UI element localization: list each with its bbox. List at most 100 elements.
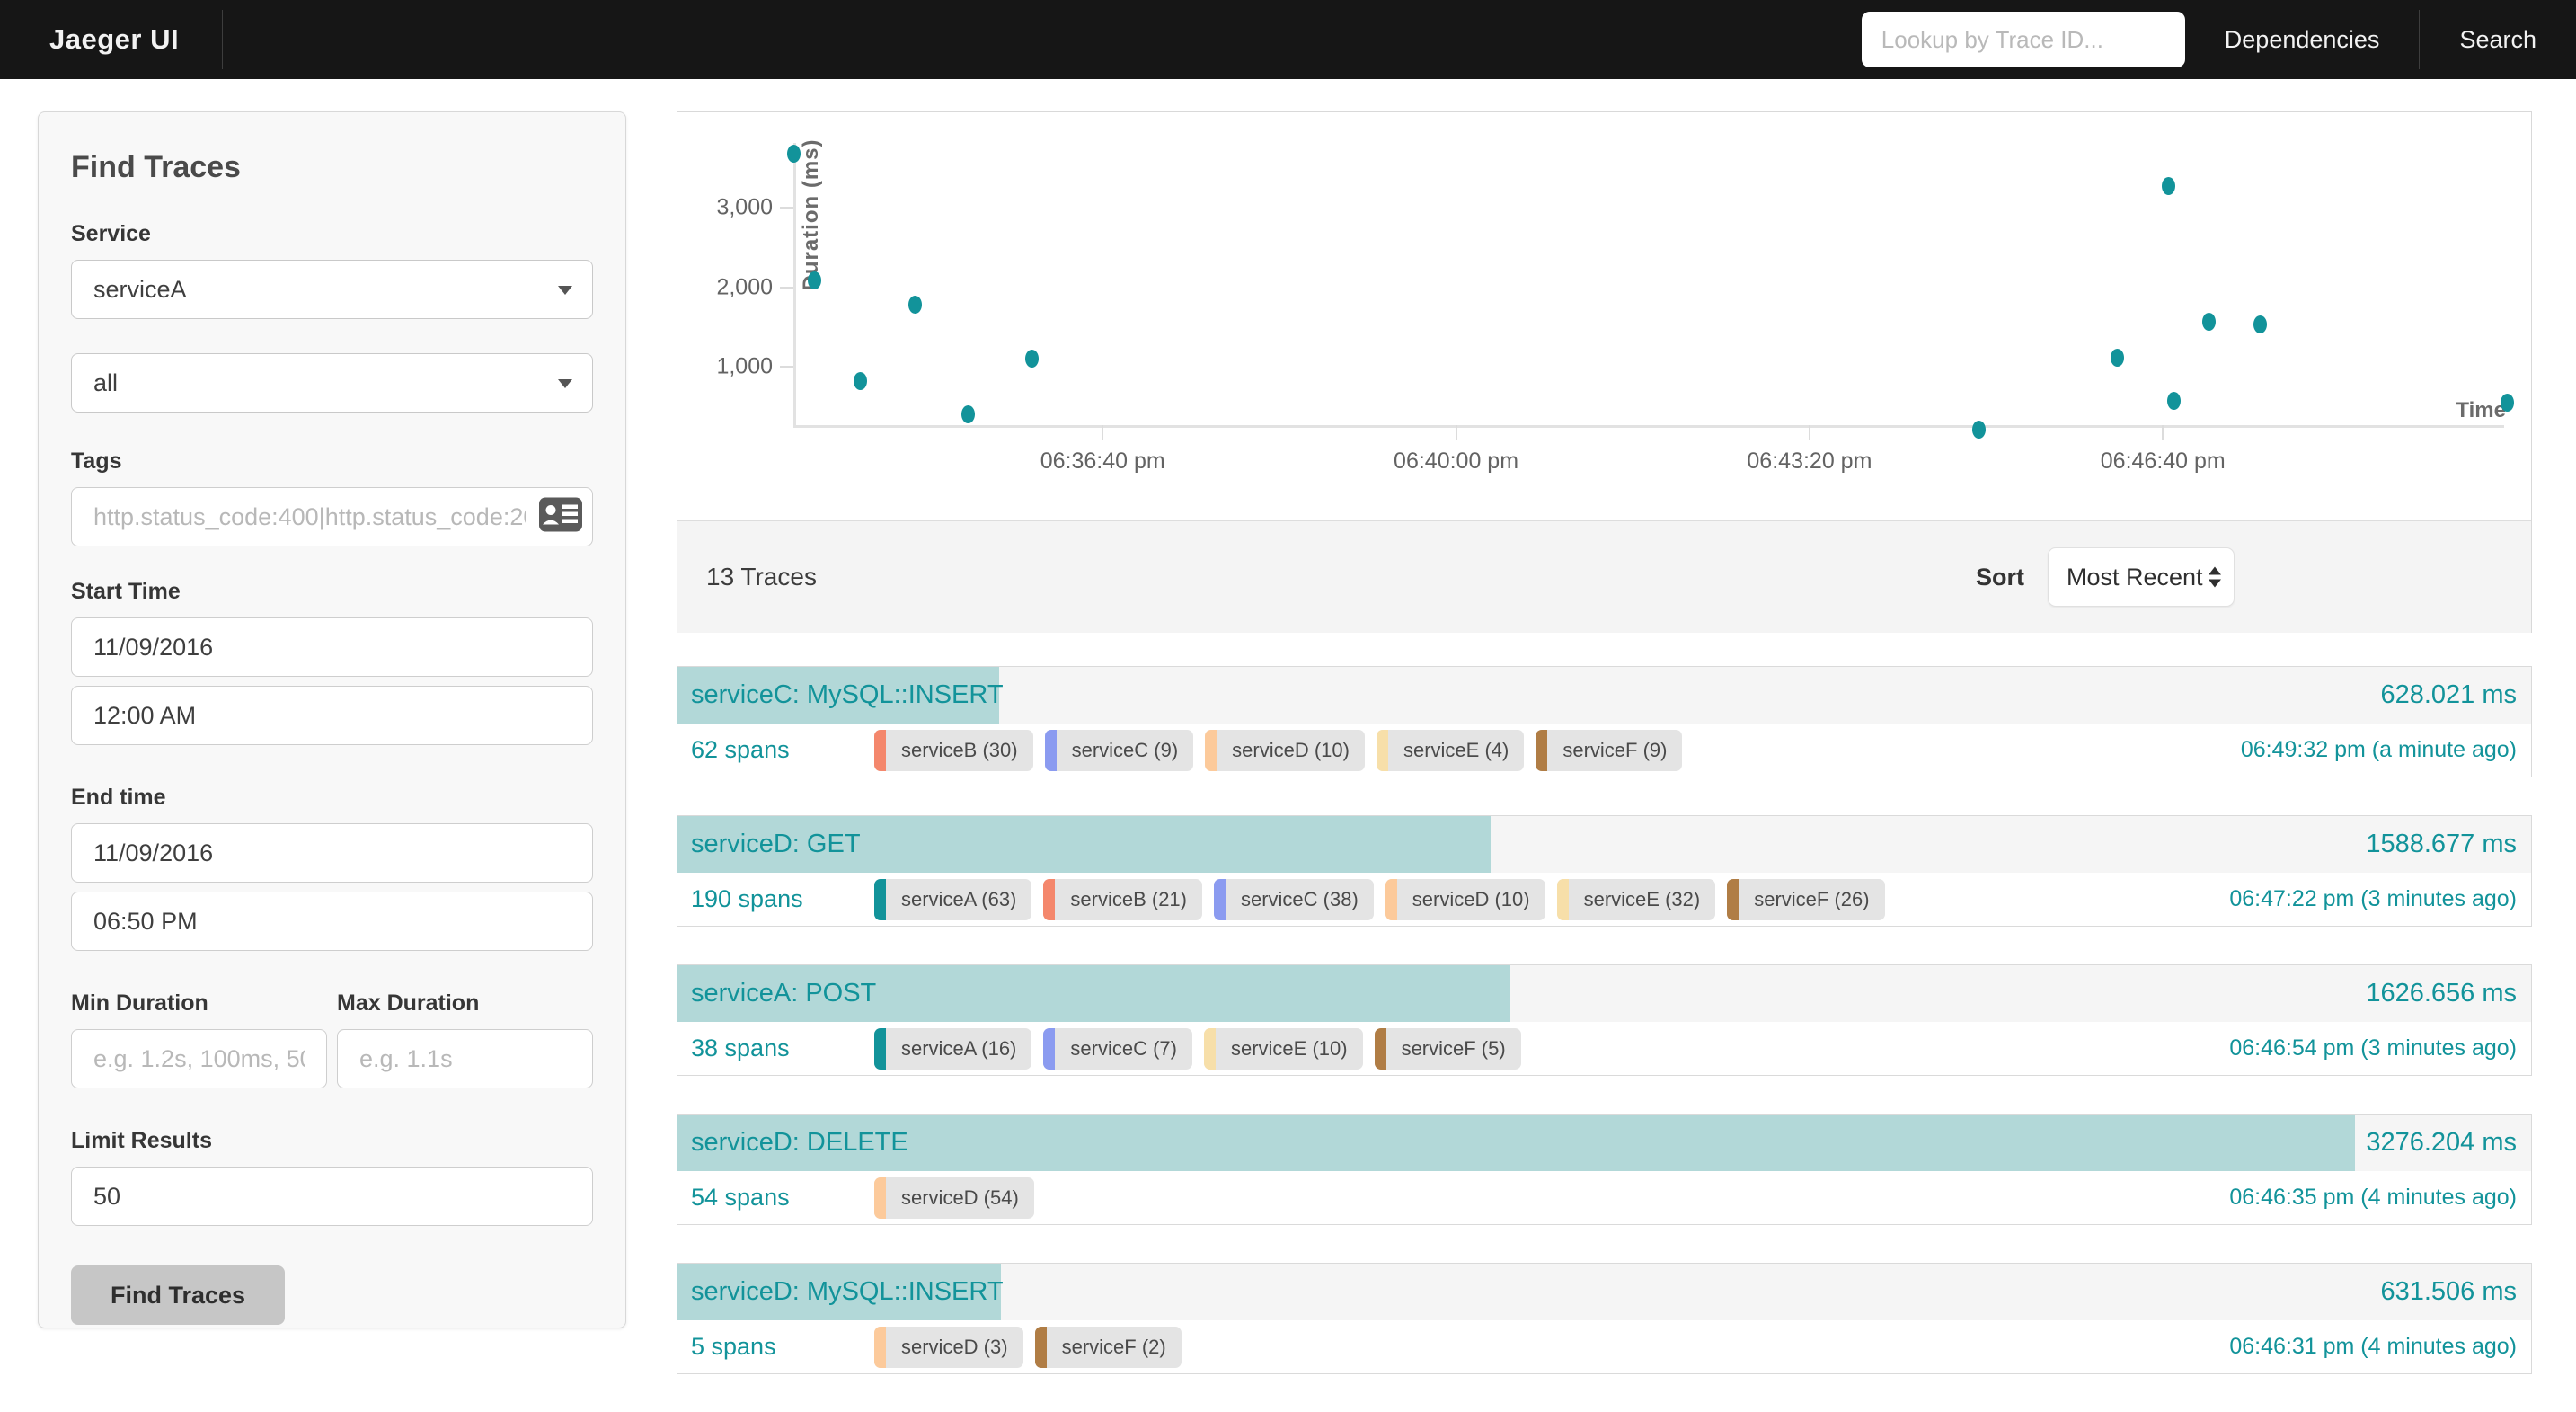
- service-color-cap: [1205, 729, 1217, 771]
- service-pill: serviceD (10): [1205, 729, 1365, 771]
- trace-title-link[interactable]: serviceC: MySQL::INSERT: [691, 667, 1004, 724]
- trace-count: 13 Traces: [706, 563, 817, 591]
- scatter-point[interactable]: [1025, 350, 1040, 369]
- service-pill: serviceC (9): [1044, 729, 1194, 771]
- x-tick-label: 06:46:40 pm: [2100, 448, 2226, 474]
- x-tick-label: 06:40:00 pm: [1394, 448, 1519, 474]
- start-date-input[interactable]: [71, 617, 593, 677]
- app-title[interactable]: Jaeger UI: [0, 23, 222, 56]
- service-pill-label: serviceD (10): [1412, 887, 1530, 910]
- scatter-point[interactable]: [2110, 349, 2124, 368]
- service-pill-label: serviceD (3): [901, 1335, 1008, 1358]
- service-pill: serviceA (63): [874, 878, 1032, 920]
- service-pill-label: serviceC (9): [1071, 738, 1179, 761]
- scatter-point[interactable]: [908, 296, 923, 315]
- service-pill: serviceE (10): [1203, 1027, 1363, 1070]
- max-duration-input[interactable]: [337, 1029, 593, 1088]
- trace-results-list: serviceC: MySQL::INSERT 628.021 ms 62 span…: [677, 666, 2532, 1412]
- service-pill: serviceE (4): [1376, 729, 1525, 771]
- span-count: 38 spans: [691, 1035, 790, 1061]
- x-tick-label: 06:43:20 pm: [1747, 448, 1872, 474]
- chevron-down-icon: [558, 379, 572, 388]
- service-pill: serviceE (32): [1556, 878, 1716, 920]
- end-date-input[interactable]: [71, 823, 593, 883]
- trace-card[interactable]: serviceD: MySQL::INSERT 631.506 ms 5 spans…: [677, 1263, 2532, 1374]
- min-duration-input[interactable]: [71, 1029, 327, 1088]
- nav-link-dependencies[interactable]: Dependencies: [2185, 0, 2420, 79]
- limit-results-input[interactable]: [71, 1167, 593, 1226]
- trace-duration: 1588.677 ms: [2366, 830, 2517, 858]
- trace-timestamp: 06:47:22 pm (3 minutes ago): [2229, 886, 2517, 911]
- x-axis-line: [793, 425, 2504, 428]
- scatter-point[interactable]: [808, 271, 822, 289]
- trace-title-link[interactable]: serviceD: DELETE: [691, 1115, 908, 1171]
- y-axis-title: Duration (ms): [799, 138, 823, 291]
- service-pill: serviceF (5): [1374, 1027, 1521, 1070]
- sort-label: Sort: [1976, 563, 2024, 591]
- scatter-point[interactable]: [961, 404, 976, 423]
- service-pill: serviceD (3): [874, 1326, 1023, 1368]
- sort-bar: 13 Traces Sort Most Recent: [677, 520, 2531, 633]
- service-pill-label: serviceB (30): [901, 738, 1018, 761]
- start-time-input[interactable]: [71, 686, 593, 745]
- find-traces-button[interactable]: Find Traces: [71, 1265, 286, 1325]
- trace-timestamp: 06:46:31 pm (4 minutes ago): [2229, 1334, 2517, 1359]
- duration-bar: [677, 1115, 2355, 1171]
- trace-card[interactable]: serviceD: DELETE 3276.204 ms 54 spans servi…: [677, 1114, 2532, 1225]
- trace-title-link[interactable]: serviceD: MySQL::INSERT: [691, 1264, 1004, 1320]
- service-pill: serviceF (9): [1536, 729, 1683, 771]
- scatter-point[interactable]: [2161, 176, 2175, 195]
- trace-card[interactable]: serviceD: GET 1588.677 ms 190 spans service…: [677, 815, 2532, 927]
- chevron-down-icon: [558, 286, 572, 295]
- scatter-point[interactable]: [854, 372, 868, 391]
- service-pill-label: serviceF (26): [1754, 887, 1870, 910]
- service-color-cap: [1213, 878, 1226, 920]
- trace-duration: 3276.204 ms: [2366, 1128, 2517, 1157]
- trace-card[interactable]: serviceA: POST 1626.656 ms 38 spans service…: [677, 964, 2532, 1076]
- service-color-cap: [1385, 878, 1397, 920]
- x-tick-mark: [1808, 425, 1810, 440]
- scatter-point[interactable]: [1972, 420, 1987, 439]
- y-axis-line: [793, 143, 796, 428]
- trace-timestamp: 06:46:54 pm (3 minutes ago): [2229, 1035, 2517, 1061]
- operation-select[interactable]: all: [71, 353, 593, 413]
- service-pill-label: serviceC (38): [1240, 887, 1359, 910]
- sort-updown-icon: [2209, 566, 2221, 588]
- sort-select[interactable]: Most Recent: [2048, 547, 2235, 607]
- trace-lookup-input[interactable]: [1861, 12, 2185, 67]
- service-color-cap: [1043, 878, 1056, 920]
- nav-divider: [222, 10, 224, 69]
- scatter-point[interactable]: [2253, 315, 2267, 333]
- trace-title-link[interactable]: serviceD: GET: [691, 816, 861, 873]
- y-tick-label: 3,000: [716, 194, 773, 220]
- min-duration-label: Min Duration: [71, 990, 208, 1016]
- y-tick-mark: [780, 286, 793, 289]
- scatter-point[interactable]: [786, 144, 801, 163]
- end-time-input[interactable]: [71, 892, 593, 951]
- y-tick-label: 1,000: [716, 353, 773, 379]
- span-count: 5 spans: [691, 1333, 776, 1360]
- nav-link-search[interactable]: Search: [2420, 0, 2576, 79]
- service-pill-label: serviceE (32): [1583, 887, 1701, 910]
- service-pill-label: serviceA (16): [901, 1036, 1017, 1060]
- service-pill: serviceB (21): [1043, 878, 1202, 920]
- service-select[interactable]: serviceA: [71, 260, 593, 319]
- tags-input[interactable]: [71, 487, 593, 546]
- span-count: 54 spans: [691, 1184, 790, 1211]
- service-color-cap: [874, 729, 886, 771]
- service-color-cap: [1203, 1027, 1216, 1070]
- y-tick-mark: [780, 366, 793, 369]
- autofill-contact-icon[interactable]: [539, 497, 582, 537]
- service-pill: serviceF (2): [1034, 1326, 1182, 1368]
- x-tick-mark: [1455, 425, 1457, 440]
- trace-card[interactable]: serviceC: MySQL::INSERT 628.021 ms 62 span…: [677, 666, 2532, 777]
- trace-timestamp: 06:49:32 pm (a minute ago): [2240, 737, 2517, 762]
- scatter-point[interactable]: [2166, 392, 2181, 411]
- service-pill: serviceC (38): [1213, 878, 1374, 920]
- scatter-point[interactable]: [2501, 393, 2515, 412]
- trace-timestamp: 06:46:35 pm (4 minutes ago): [2229, 1185, 2517, 1210]
- trace-title-link[interactable]: serviceA: POST: [691, 965, 876, 1022]
- service-color-cap: [874, 1177, 886, 1219]
- scatter-point[interactable]: [2201, 312, 2216, 331]
- service-label: Service: [71, 221, 151, 246]
